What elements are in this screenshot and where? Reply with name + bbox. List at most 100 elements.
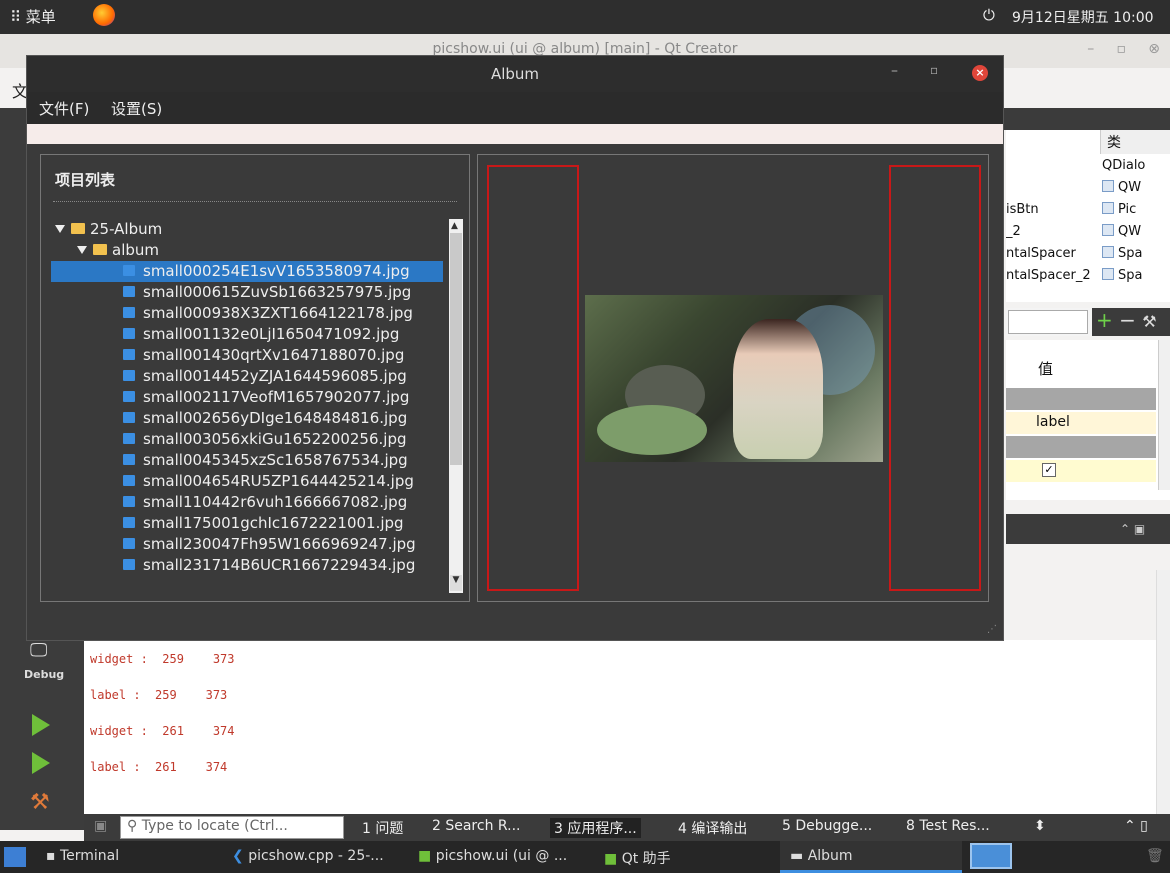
trash-icon[interactable]: 🗑 — [1146, 848, 1164, 864]
maximize-icon[interactable]: ▫ — [930, 63, 938, 77]
file-list-item[interactable]: small003056xkiGu1652200256.jpg — [51, 429, 407, 450]
locate-input[interactable]: ⚲ Type to locate (Ctrl... — [120, 816, 344, 839]
file-list-item[interactable]: small231714B6UCR1667229434.jpg — [51, 555, 415, 576]
tab-more-icon[interactable]: ⬍ — [1034, 818, 1046, 834]
menu-file[interactable]: 文件(F) — [39, 98, 89, 119]
tab-debugger-console[interactable]: 5 Debugge... — [782, 818, 872, 834]
tab-test-results[interactable]: 8 Test Res... — [906, 818, 990, 834]
debug-mode-label[interactable]: Debug — [24, 668, 64, 681]
build-hammer-icon[interactable]: ⚒ — [30, 790, 50, 815]
scrollbar-thumb[interactable] — [450, 233, 462, 465]
file-name: small110442r6vuh1666667082.jpg — [143, 493, 408, 511]
remove-icon: − — [1119, 308, 1136, 332]
file-list-item[interactable]: small175001gchIc1672221001.jpg — [51, 513, 404, 534]
property-filter-input[interactable] — [1008, 310, 1088, 334]
taskbar-terminal[interactable]: ▪ Terminal — [46, 848, 119, 864]
workspace-switcher[interactable] — [970, 843, 1012, 869]
taskbar-vscode[interactable]: ❮ picshow.cpp - 25-... — [232, 848, 384, 864]
file-list-item[interactable]: small001430qrtXv1647188070.jpg — [51, 345, 404, 366]
window-icon: ▬ — [790, 848, 808, 864]
apps-menu-button[interactable]: ⠿ 菜单 — [10, 6, 56, 27]
project-list-title: 项目列表 — [55, 171, 116, 189]
image-file-icon — [123, 265, 135, 276]
value-column-header[interactable]: 值 — [1038, 358, 1053, 379]
taskbar-qt-designer[interactable]: ■ picshow.ui (ui @ ... — [418, 848, 567, 864]
file-name: small001132e0LjI1650471092.jpg — [143, 325, 400, 343]
file-list-item[interactable]: small0045345xzSc1658767534.jpg — [51, 450, 408, 471]
file-list-item[interactable]: small004654RU5ZP1644425214.jpg — [51, 471, 414, 492]
spacer-icon — [1102, 268, 1114, 280]
close-icon[interactable]: × — [972, 65, 988, 81]
file-list-item[interactable]: small000938X3ZXT1664122178.jpg — [51, 303, 413, 324]
qt-icon: ■ — [418, 848, 436, 864]
show-desktop-icon[interactable] — [4, 847, 26, 867]
menu-settings[interactable]: 设置(S) — [111, 98, 162, 119]
image-file-icon — [123, 559, 135, 570]
taskbar-qt-assistant[interactable]: ■ Qt 助手 — [604, 848, 671, 868]
property-tools[interactable]: + − ⚒ — [1092, 308, 1170, 336]
album-titlebar[interactable]: Album — [27, 56, 1003, 92]
resize-grip-icon[interactable]: ⋰ — [987, 624, 997, 635]
file-name: small004654RU5ZP1644425214.jpg — [143, 472, 414, 490]
tree-root-folder[interactable]: 25-Album — [55, 219, 162, 240]
qt-window-controls[interactable]: – ▫ ⊗ — [1087, 34, 1160, 64]
object-row[interactable]: ntalSpacer_2 Spa — [1006, 268, 1170, 289]
folder-icon — [71, 223, 85, 234]
object-row[interactable]: _2 QW — [1006, 224, 1170, 245]
previous-button-area[interactable] — [487, 165, 579, 591]
image-file-icon — [123, 412, 135, 423]
file-name: small175001gchIc1672221001.jpg — [143, 514, 404, 532]
maximize-pane-icon[interactable]: ⌃ ▯ — [1124, 818, 1148, 834]
taskbar-album[interactable]: ▬ Album — [790, 848, 853, 864]
next-button-area[interactable] — [889, 165, 981, 591]
scroll-down-icon: ▼ — [450, 575, 462, 591]
tab-application-output[interactable]: 3 应用程序... — [550, 818, 641, 838]
minimize-icon[interactable]: – — [891, 63, 898, 79]
album-body: 项目列表 25-Album album small000254E1svV1653… — [27, 144, 1003, 640]
file-name: small231714B6UCR1667229434.jpg — [143, 556, 416, 574]
property-value-text[interactable]: label — [1006, 412, 1156, 434]
tree-sub-folder[interactable]: album — [77, 240, 159, 261]
run-icon[interactable] — [32, 714, 50, 736]
object-row[interactable]: QDialo — [1006, 158, 1170, 179]
firefox-icon[interactable] — [93, 4, 115, 26]
file-list-item[interactable]: small110442r6vuh1666667082.jpg — [51, 492, 407, 513]
album-window: Album – ▫ × 文件(F) 设置(S) 项目列表 25-Album al… — [26, 55, 1004, 641]
tab-issues[interactable]: 1 问题 — [362, 818, 403, 838]
file-list-item[interactable]: small002117VeofM1657902077.jpg — [51, 387, 409, 408]
divider — [53, 201, 457, 202]
file-list-item[interactable]: small000615ZuvSb1663257975.jpg — [51, 282, 411, 303]
file-list-item[interactable]: small230047Fh95W1666969247.jpg — [51, 534, 416, 555]
object-row[interactable]: isBtn Pic — [1006, 202, 1170, 223]
class-column-header[interactable]: 类 — [1100, 130, 1170, 154]
file-list-item[interactable]: small002656yDIge1648484816.jpg — [51, 408, 407, 429]
image-file-icon — [123, 370, 135, 381]
clock[interactable]: 9月12日星期五 10:00 — [1012, 7, 1154, 27]
tab-compile-output[interactable]: 4 编译输出 — [678, 818, 747, 838]
debug-run-icon[interactable] — [32, 752, 50, 774]
project-tree[interactable]: 25-Album album small000254E1svV165358097… — [51, 219, 447, 593]
toggle-sidebar-icon[interactable]: ▣ — [94, 818, 107, 834]
photo-view-panel — [477, 154, 989, 602]
power-icon[interactable]: ⏻ — [983, 6, 995, 24]
file-list-item[interactable]: small000254E1svV1653580974.jpg — [51, 261, 443, 282]
tab-search-results[interactable]: 2 Search R... — [432, 818, 520, 834]
file-list-item[interactable]: small001132e0LjI1650471092.jpg — [51, 324, 399, 345]
monitor-icon[interactable]: 🖵 — [30, 640, 47, 661]
object-row[interactable]: QW — [1006, 180, 1170, 201]
file-list-item[interactable]: small0014452yZJA1644596085.jpg — [51, 366, 407, 387]
property-checkbox[interactable]: ✓ — [1042, 463, 1056, 477]
tree-scrollbar[interactable]: ▲ ▼ — [449, 219, 463, 593]
output-scrollbar[interactable] — [1156, 570, 1170, 816]
image-file-icon — [123, 454, 135, 465]
top-panel: ⠿ 菜单 ⏻ 9月12日星期五 10:00 — [0, 0, 1170, 34]
file-name: small0045345xzSc1658767534.jpg — [143, 451, 408, 469]
image-file-icon — [123, 433, 135, 444]
collapse-icon[interactable]: ⌃ ▣ — [1120, 522, 1145, 536]
image-file-icon — [123, 517, 135, 528]
object-row[interactable]: ntalSpacer Spa — [1006, 246, 1170, 267]
add-icon: + — [1096, 308, 1113, 332]
qt-menu-file[interactable]: 文 — [0, 68, 28, 108]
property-scrollbar[interactable] — [1158, 340, 1170, 490]
property-editor: 值 label ✓ — [1006, 340, 1170, 500]
